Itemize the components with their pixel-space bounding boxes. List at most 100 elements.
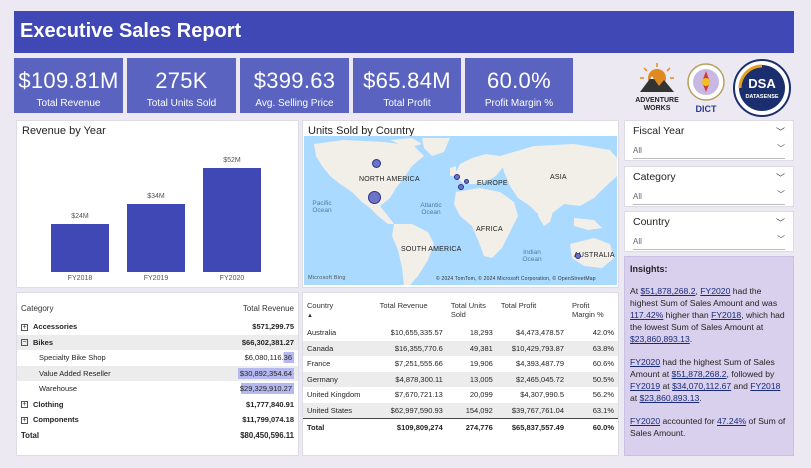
- slicer-country[interactable]: Country ﹀ All ﹀: [624, 211, 794, 252]
- kpi-value: $109.81M: [18, 68, 119, 93]
- slicer-fiscal-year[interactable]: Fiscal Year ﹀ All ﹀: [624, 120, 794, 161]
- insights-heading: Insights:: [630, 264, 668, 274]
- matrix-row[interactable]: Value Added Reseller $30,892,354.64: [17, 365, 298, 381]
- category-cell: + Accessories: [21, 322, 78, 332]
- expand-icon[interactable]: +: [21, 323, 28, 331]
- column-header-country[interactable]: Country ▲: [303, 297, 376, 325]
- table-row[interactable]: France $7,251,555.66 19,906 $4,393,487.79 60…: [303, 356, 618, 372]
- value-cell: 154,092: [465, 405, 493, 415]
- table-row[interactable]: United States $62,997,590.93 154,092 $39,76…: [303, 402, 618, 418]
- value-cell: 49,381: [469, 343, 493, 353]
- report-title: Executive Sales Report: [14, 11, 794, 53]
- value-cell: 20,099: [469, 390, 493, 400]
- bubble-germany[interactable]: [464, 179, 469, 184]
- column-header-total-profit[interactable]: Total Profit: [497, 297, 568, 325]
- value-cell: $62,997,590.93: [390, 405, 443, 415]
- chevron-down-icon[interactable]: ﹀: [776, 216, 785, 229]
- sort-asc-icon[interactable]: ▲: [307, 313, 313, 319]
- table-row[interactable]: United Kingdom $7,670,721.13 20,099 $4,307,…: [303, 387, 618, 403]
- value-cell: $39,767,761.04: [511, 405, 564, 415]
- kpi-value: $65.84M: [363, 68, 451, 93]
- label-pacific-ocean: Pacific Ocean: [312, 200, 332, 214]
- bubble-united-kingdom[interactable]: [454, 174, 460, 180]
- matrix-total-row: Total $80,450,596.11: [17, 428, 298, 444]
- label-atlantic-ocean: Atlantic Ocean: [420, 202, 442, 216]
- kpi-value: 275K: [155, 68, 208, 93]
- table-row[interactable]: Canada $16,355,770.6 49,381 $10,429,793.87 6…: [303, 340, 618, 356]
- kpi-value: 60.0%: [487, 68, 551, 93]
- matrix-row[interactable]: + Components $11,799,074.18: [17, 412, 298, 428]
- matrix-row[interactable]: Warehouse $29,329,910.27: [17, 381, 298, 397]
- value-cell: $10,655,335.57: [390, 328, 443, 338]
- data-bar: $29,329,910.27: [237, 383, 294, 395]
- revenue-by-year-chart[interactable]: Revenue by Year $24M FY2018 $34M FY2019 $52M…: [16, 120, 299, 288]
- country-cell: France: [307, 359, 331, 369]
- matrix-row[interactable]: − Bikes $66,302,381.27: [17, 334, 298, 350]
- category-cell: Warehouse: [39, 384, 78, 394]
- expand-icon[interactable]: +: [21, 401, 28, 409]
- column-header-total-units[interactable]: Total Units Sold: [447, 297, 497, 325]
- world-map[interactable]: NORTH AMERICA EUROPE ASIA AFRICA SOUTH A…: [304, 136, 617, 285]
- country-cell: United States: [307, 405, 353, 415]
- slicer-dropdown[interactable]: All ﹀: [633, 189, 785, 205]
- matrix-row[interactable]: + Clothing $1,777,840.91: [17, 397, 298, 413]
- slicer-category[interactable]: Category ﹀ All ﹀: [624, 166, 794, 207]
- column-header-category[interactable]: Category: [17, 297, 187, 319]
- chevron-down-icon: ﹀: [777, 190, 785, 199]
- bar-data-label: $34M: [147, 193, 165, 200]
- bar-fy2018[interactable]: [51, 224, 109, 272]
- slicer-title: Category: [633, 171, 676, 183]
- bubble-australia[interactable]: [575, 253, 581, 259]
- matrix-row[interactable]: Specialty Bike Shop $6,080,116.36: [17, 350, 298, 366]
- chevron-down-icon[interactable]: ﹀: [776, 171, 785, 184]
- label-indian-ocean: Indian Ocean: [522, 249, 542, 263]
- slicer-title: Fiscal Year: [633, 125, 685, 137]
- kpi-label: Total Units Sold: [146, 98, 217, 109]
- svg-text:WORKS: WORKS: [644, 105, 671, 112]
- value-cell: $2,465,045.72: [516, 374, 564, 384]
- country-cell: United Kingdom: [307, 390, 361, 400]
- svg-text:ADVENTURE: ADVENTURE: [635, 97, 679, 104]
- insight-2: FY2020 had the highest Sum of Sales Amou…: [630, 357, 781, 403]
- label-africa: AFRICA: [476, 226, 503, 233]
- kpi-avg-price: $399.63 Avg. Selling Price: [240, 58, 349, 113]
- column-header-total-revenue[interactable]: Total Revenue: [376, 297, 447, 325]
- total-value: $109,809,274: [396, 422, 443, 432]
- column-header-profit-margin[interactable]: Profit Margin %: [568, 297, 618, 325]
- label-north-america: NORTH AMERICA: [359, 176, 420, 183]
- logo-strip: ADVENTURE WORKS DICT DSA DATASENSE: [632, 58, 794, 118]
- bubble-france[interactable]: [458, 184, 464, 190]
- value-cell: 63.8%: [592, 343, 614, 353]
- chevron-down-icon: ﹀: [777, 235, 785, 244]
- value-cell: $4,393,487.79: [516, 359, 564, 369]
- expand-icon[interactable]: +: [21, 416, 28, 424]
- category-cell: − Bikes: [21, 337, 54, 347]
- label-asia: ASIA: [550, 174, 567, 181]
- slicer-dropdown[interactable]: All ﹀: [633, 234, 785, 250]
- revenue-cell: $11,799,074.18: [242, 415, 294, 425]
- table-row[interactable]: Germany $4,878,300.11 13,005 $2,465,045.72 5…: [303, 371, 618, 387]
- kpi-label: Total Profit: [383, 98, 431, 109]
- column-header-total-revenue[interactable]: Total Revenue: [187, 297, 298, 319]
- bar-fy2019[interactable]: [127, 204, 185, 272]
- slicer-dropdown[interactable]: All ﹀: [633, 143, 785, 159]
- collapse-icon[interactable]: −: [21, 339, 28, 347]
- category-cell: Specialty Bike Shop: [39, 353, 106, 363]
- category-cell: + Clothing: [21, 399, 64, 409]
- insight-1: At $51,878,268.2, FY2020 had the highest…: [630, 286, 785, 344]
- datasense-logo: DSA DATASENSE: [732, 58, 792, 123]
- value-cell: 60.6%: [592, 359, 614, 369]
- matrix-row[interactable]: + Accessories $571,299.75: [17, 319, 298, 335]
- value-cell: $10,429,793.87: [511, 343, 564, 353]
- bubble-united-states[interactable]: [368, 191, 381, 204]
- revenue-cell: $29,329,910.27: [187, 381, 298, 397]
- bar-fy2020[interactable]: [203, 168, 261, 272]
- bubble-canada[interactable]: [372, 159, 381, 168]
- dict-seal-logo: DICT: [686, 62, 726, 121]
- revenue-cell: $6,080,116.36: [187, 350, 298, 366]
- total-value: $80,450,596.11: [240, 430, 294, 440]
- kpi-value: $399.63: [253, 68, 336, 93]
- chevron-down-icon[interactable]: ﹀: [776, 125, 785, 138]
- kpi-label: Total Revenue: [36, 98, 101, 109]
- table-row[interactable]: Australia $10,655,335.57 18,293 $4,473,478.…: [303, 325, 618, 341]
